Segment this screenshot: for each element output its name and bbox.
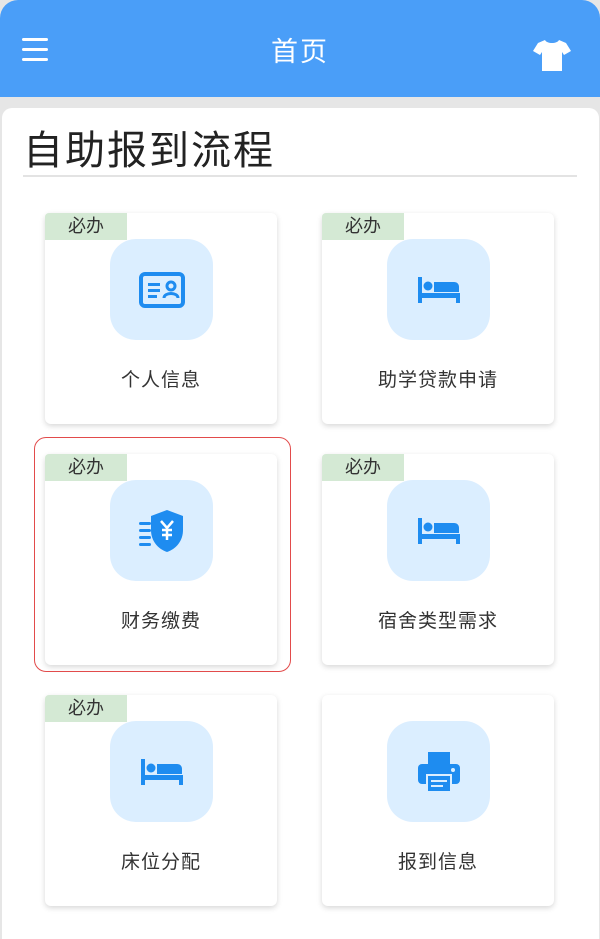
- card-registration-info[interactable]: 报到信息: [322, 695, 554, 906]
- required-badge: 必办: [45, 454, 127, 481]
- card-icon-box: [110, 239, 213, 340]
- card-icon-box: [387, 480, 490, 581]
- required-badge: 必办: [322, 213, 404, 240]
- bed-icon: [417, 517, 460, 544]
- card-icon-box: [110, 480, 213, 581]
- card-dorm-type[interactable]: 必办 宿舍类型需求: [322, 454, 554, 665]
- card-bed-assignment[interactable]: 必办 床位分配: [45, 695, 277, 906]
- bed-icon: [417, 276, 460, 303]
- tshirt-icon: [533, 40, 571, 71]
- card-icon-box: [110, 721, 213, 822]
- page-title: 首页: [271, 37, 329, 68]
- id-card-icon: [138, 271, 185, 308]
- section-divider: [23, 175, 577, 177]
- yuan-shield-icon: [138, 509, 183, 552]
- required-badge: 必办: [322, 454, 404, 481]
- card-financial-payment[interactable]: 必办 财务缴费: [45, 454, 277, 665]
- section-title: 自助报到流程: [23, 128, 275, 174]
- card-label: 床位分配: [120, 851, 201, 873]
- card-label: 助学贷款申请: [377, 369, 498, 391]
- card-label: 个人信息: [120, 369, 201, 391]
- card-student-loan[interactable]: 必办 助学贷款申请: [322, 213, 554, 424]
- bed-icon: [140, 758, 183, 785]
- printer-icon: [417, 751, 460, 793]
- card-label: 宿舍类型需求: [377, 610, 498, 632]
- card-label: 报到信息: [397, 851, 478, 873]
- required-badge: 必办: [45, 213, 127, 240]
- app-header: 首页: [0, 0, 600, 97]
- card-label: 财务缴费: [120, 610, 201, 632]
- required-badge: 必办: [45, 695, 127, 722]
- card-icon-box: [387, 239, 490, 340]
- card-personal-info[interactable]: 必办 个人信息: [45, 213, 277, 424]
- card-icon-box: [387, 721, 490, 822]
- tshirt-button[interactable]: [533, 38, 571, 74]
